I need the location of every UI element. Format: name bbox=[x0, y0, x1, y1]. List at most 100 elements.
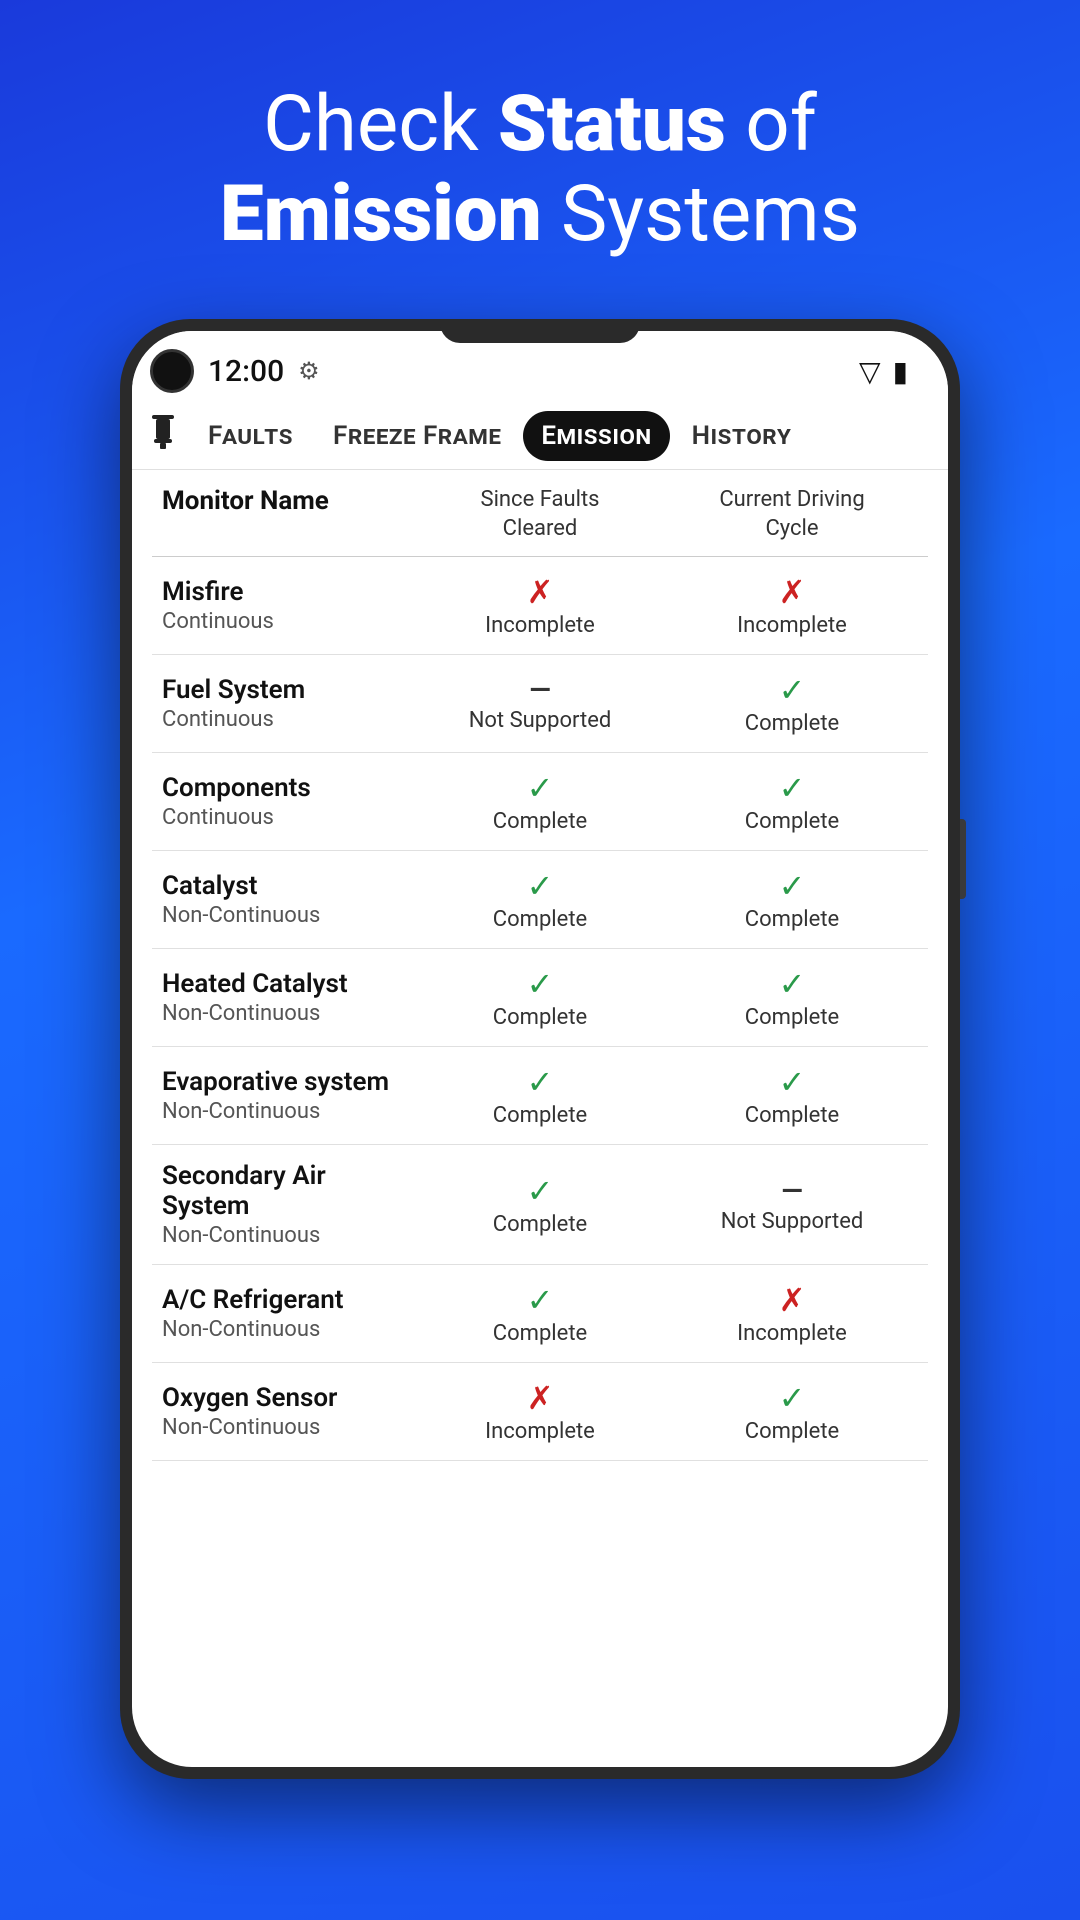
status-label: Incomplete bbox=[485, 1419, 595, 1444]
row-name-group: Secondary Air System Non-Continuous bbox=[162, 1161, 414, 1248]
phone-shell: 12:00 ⚙ ▽ ▮ Faults Freeze Frame Emission bbox=[120, 319, 960, 1779]
table-row: Catalyst Non-Continuous ✓ Complete ✓ Com… bbox=[152, 851, 928, 949]
status-label: Complete bbox=[493, 1103, 587, 1128]
status-icon: ✓ bbox=[527, 1172, 554, 1210]
cell-current-cycle: ✓ Complete bbox=[666, 769, 918, 834]
status-icon: ✗ bbox=[527, 1379, 554, 1417]
status-icon: — bbox=[529, 673, 550, 706]
monitor-subname: Non-Continuous bbox=[162, 903, 414, 928]
monitor-subname: Continuous bbox=[162, 609, 414, 634]
status-label: Complete bbox=[493, 907, 587, 932]
monitor-name: Components bbox=[162, 773, 414, 803]
table-row: Oxygen Sensor Non-Continuous ✗ Incomplet… bbox=[152, 1363, 928, 1461]
status-icon: ✗ bbox=[779, 573, 806, 611]
monitor-subname: Non-Continuous bbox=[162, 1223, 414, 1248]
status-icon: ✗ bbox=[527, 573, 554, 611]
monitor-name: Heated Catalyst bbox=[162, 969, 414, 999]
status-icon: ✓ bbox=[779, 769, 806, 807]
status-left: 12:00 ⚙ bbox=[150, 349, 320, 393]
cell-current-cycle: ✓ Complete bbox=[666, 671, 918, 736]
monitor-name: Catalyst bbox=[162, 871, 414, 901]
battery-icon: ▮ bbox=[893, 355, 908, 388]
cell-since-faults: ✓ Complete bbox=[414, 867, 666, 932]
hero-bold-status: Status bbox=[498, 79, 726, 170]
table-row: Secondary Air System Non-Continuous ✓ Co… bbox=[152, 1145, 928, 1265]
monitor-subname: Continuous bbox=[162, 707, 414, 732]
status-icon: ✓ bbox=[779, 1063, 806, 1101]
phone-screen: 12:00 ⚙ ▽ ▮ Faults Freeze Frame Emission bbox=[132, 331, 948, 1767]
table-row: Evaporative system Non-Continuous ✓ Comp… bbox=[152, 1047, 928, 1145]
row-name-group: Heated Catalyst Non-Continuous bbox=[162, 969, 414, 1026]
cell-current-cycle: ✗ Incomplete bbox=[666, 573, 918, 638]
status-label: Complete bbox=[745, 711, 839, 736]
cell-since-faults: ✓ Complete bbox=[414, 769, 666, 834]
status-icon: ✓ bbox=[779, 965, 806, 1003]
cell-since-faults: ✓ Complete bbox=[414, 1063, 666, 1128]
cell-current-cycle: — Not Supported bbox=[666, 1174, 918, 1234]
status-icon: ✓ bbox=[779, 1379, 806, 1417]
row-name-group: Components Continuous bbox=[162, 773, 414, 830]
cell-since-faults: — Not Supported bbox=[414, 673, 666, 733]
cell-since-faults: ✗ Incomplete bbox=[414, 573, 666, 638]
hero-bold-emission: Emission bbox=[220, 169, 542, 260]
status-label: Complete bbox=[745, 1005, 839, 1030]
monitor-name: Misfire bbox=[162, 577, 414, 607]
cell-since-faults: ✓ Complete bbox=[414, 1281, 666, 1346]
status-label: Incomplete bbox=[737, 613, 847, 638]
monitor-subname: Non-Continuous bbox=[162, 1099, 414, 1124]
camera-dot bbox=[150, 349, 194, 393]
status-icon: ✓ bbox=[527, 769, 554, 807]
monitor-subname: Non-Continuous bbox=[162, 1001, 414, 1026]
cell-since-faults: ✗ Incomplete bbox=[414, 1379, 666, 1444]
hero-text-systems: Systems bbox=[542, 169, 860, 260]
status-icon: ✓ bbox=[779, 671, 806, 709]
status-icon: ✓ bbox=[527, 1281, 554, 1319]
status-label: Not Supported bbox=[721, 1209, 864, 1234]
status-icon: ✗ bbox=[779, 1281, 806, 1319]
hero-text-of: of bbox=[726, 79, 817, 170]
row-name-group: A/C Refrigerant Non-Continuous bbox=[162, 1285, 414, 1342]
col-header-current-cycle: Current DrivingCycle bbox=[666, 486, 918, 543]
status-label: Incomplete bbox=[737, 1321, 847, 1346]
tab-emission[interactable]: Emission bbox=[523, 411, 669, 461]
status-right: ▽ ▮ bbox=[859, 355, 908, 388]
table-row: A/C Refrigerant Non-Continuous ✓ Complet… bbox=[152, 1265, 928, 1363]
row-name-group: Misfire Continuous bbox=[162, 577, 414, 634]
status-label: Complete bbox=[745, 1419, 839, 1444]
monitor-subname: Non-Continuous bbox=[162, 1317, 414, 1342]
status-label: Complete bbox=[745, 809, 839, 834]
status-icon: ✓ bbox=[779, 867, 806, 905]
cell-since-faults: ✓ Complete bbox=[414, 1172, 666, 1237]
status-icon: ✓ bbox=[527, 965, 554, 1003]
hero-title: Check Status of Emission Systems bbox=[160, 80, 920, 259]
status-time: 12:00 bbox=[208, 354, 284, 389]
wifi-icon: ▽ bbox=[859, 355, 881, 388]
status-label: Incomplete bbox=[485, 613, 595, 638]
status-label: Complete bbox=[493, 1212, 587, 1237]
cell-current-cycle: ✓ Complete bbox=[666, 1379, 918, 1444]
status-label: Complete bbox=[745, 1103, 839, 1128]
monitor-name: A/C Refrigerant bbox=[162, 1285, 414, 1315]
table-body: Misfire Continuous ✗ Incomplete ✗ Incomp… bbox=[152, 557, 928, 1461]
tab-freeze-frame[interactable]: Freeze Frame bbox=[315, 411, 519, 461]
hero-text-check: Check bbox=[263, 79, 498, 170]
cell-current-cycle: ✓ Complete bbox=[666, 867, 918, 932]
monitor-subname: Continuous bbox=[162, 805, 414, 830]
monitor-name: Evaporative system bbox=[162, 1067, 414, 1097]
settings-icon: ⚙ bbox=[298, 357, 320, 385]
table-row: Fuel System Continuous — Not Supported ✓… bbox=[152, 655, 928, 753]
status-icon: ✓ bbox=[527, 867, 554, 905]
col-header-name: Monitor Name bbox=[162, 486, 414, 543]
tab-faults[interactable]: Faults bbox=[190, 411, 311, 461]
status-label: Complete bbox=[493, 809, 587, 834]
table-row: Components Continuous ✓ Complete ✓ Compl… bbox=[152, 753, 928, 851]
monitor-name: Secondary Air System bbox=[162, 1161, 414, 1221]
status-label: Complete bbox=[493, 1321, 587, 1346]
status-label: Not Supported bbox=[469, 708, 612, 733]
cell-since-faults: ✓ Complete bbox=[414, 965, 666, 1030]
row-name-group: Evaporative system Non-Continuous bbox=[162, 1067, 414, 1124]
emission-table: Monitor Name Since FaultsCleared Current… bbox=[132, 470, 948, 1767]
tab-history[interactable]: History bbox=[674, 411, 810, 461]
obd-icon bbox=[148, 415, 178, 457]
cell-current-cycle: ✓ Complete bbox=[666, 1063, 918, 1128]
